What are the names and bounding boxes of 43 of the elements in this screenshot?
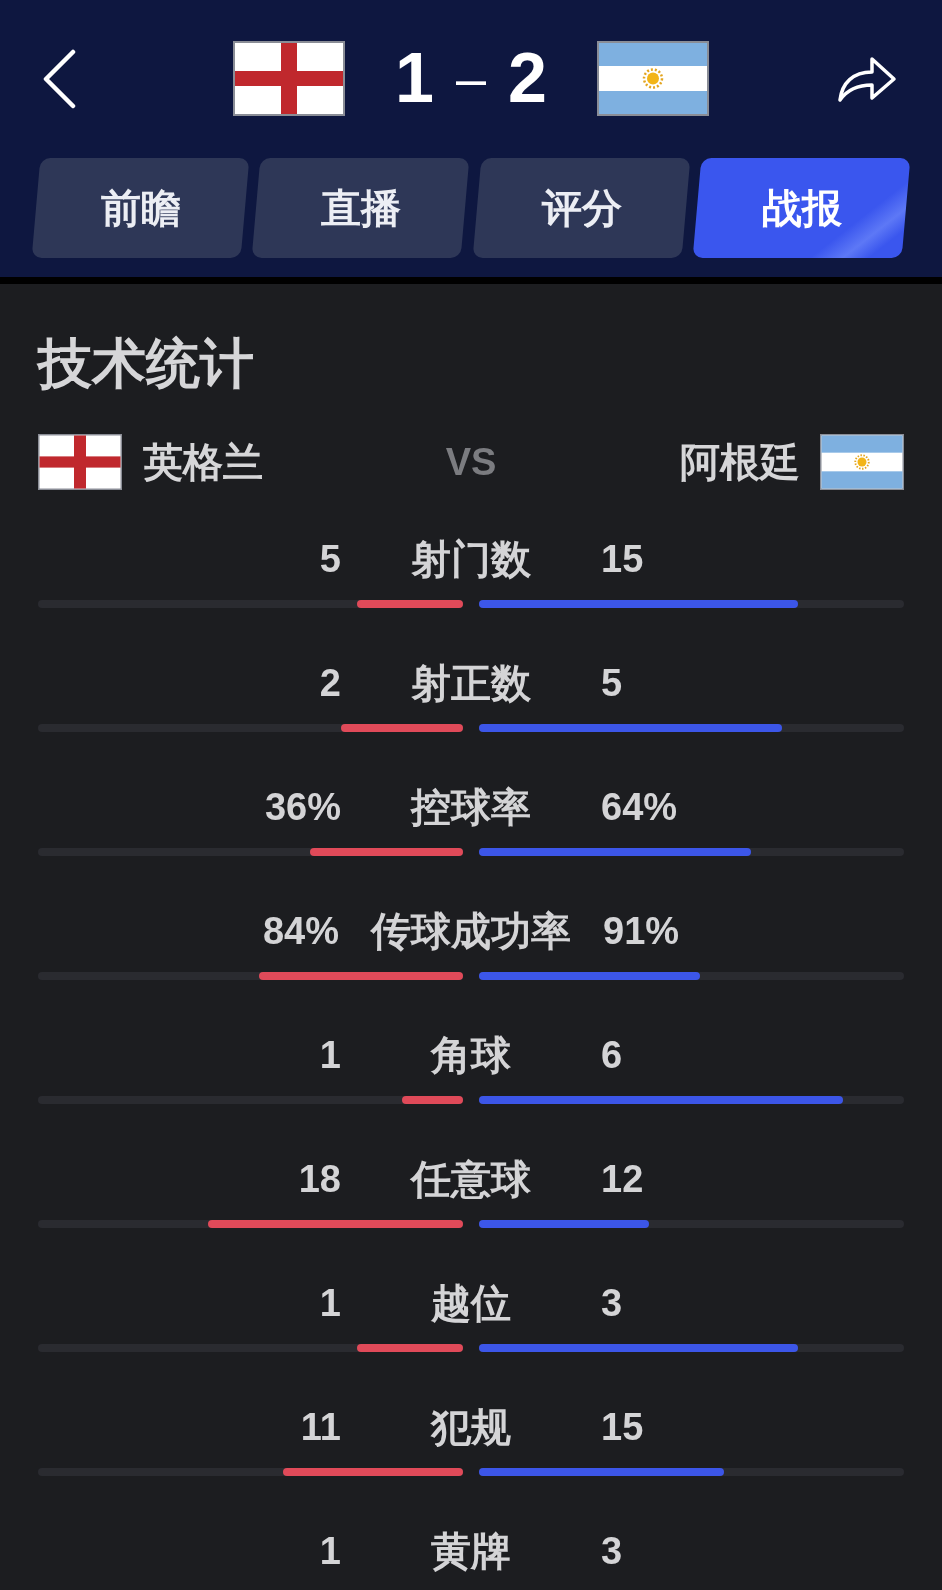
team-name: 英格兰 [143,439,263,486]
tab[interactable]: 直播 [251,158,470,258]
stat-value: 2 [318,661,341,706]
home-score: 1 [395,41,434,116]
stat-value: 84% [261,909,339,954]
stat-value: 3 [601,1281,624,1326]
stat-value: 1 [318,1033,341,1078]
stat-label: 越位 [430,1280,512,1327]
stat-value: 36% [263,785,341,830]
stat-label: 犯规 [429,1404,512,1451]
section-title: 技术统计 [38,333,255,393]
stat-value: 12 [601,1157,645,1202]
stat-value: 1 [318,1529,341,1574]
stat-value: 64% [601,785,679,830]
stat-value: 3 [601,1529,624,1574]
stat-value: 91% [603,909,681,954]
stat-label: 控球率 [409,784,532,831]
stat-value: 15 [601,537,645,582]
stat-value: 15 [601,1405,645,1450]
flag-icon [38,434,122,490]
stat-value: 11 [299,1405,341,1450]
score-separator: – [455,47,486,110]
stat-label: 射正数 [410,660,532,707]
stat-value: 18 [297,1157,341,1202]
stat-label: 角球 [429,1032,512,1079]
versus-label: VS [445,440,497,485]
stat-value: 5 [318,537,341,582]
tab[interactable]: 战报 [692,158,911,258]
stat-label: 黄牌 [430,1528,512,1575]
stat-label: 射门数 [410,536,532,583]
flag-icon [233,41,346,116]
stat-label: 任意球 [409,1156,532,1203]
flag-icon [596,41,709,116]
back-icon[interactable] [42,48,76,109]
away-score: 2 [508,41,547,116]
stat-label: 传球成功率 [369,908,572,955]
tab[interactable]: 前瞻 [31,158,250,258]
stat-value: 5 [601,661,624,706]
stat-value: 6 [601,1033,624,1078]
stat-value: 1 [318,1281,341,1326]
flag-icon [820,434,904,490]
tab[interactable]: 评分 [472,158,691,258]
team-name: 阿根廷 [680,439,800,486]
